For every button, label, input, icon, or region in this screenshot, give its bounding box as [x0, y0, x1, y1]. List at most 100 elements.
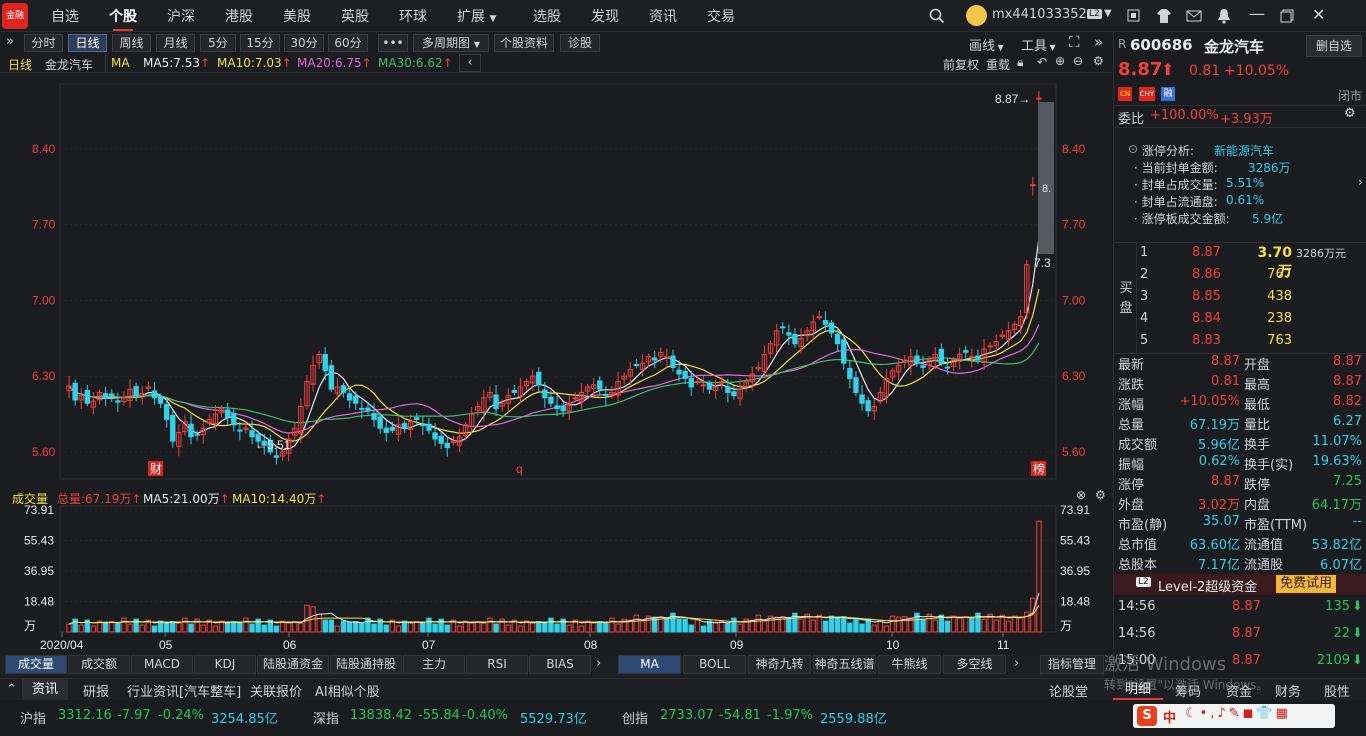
nav-item-hk[interactable]: 港股	[225, 6, 253, 26]
tab-5min[interactable]: 5分	[200, 34, 236, 52]
tab-30min[interactable]: 30分	[284, 34, 324, 52]
tab-macd[interactable]: MACD	[131, 655, 193, 674]
nav-item-news[interactable]: 资讯	[649, 6, 677, 26]
restore-rights-button[interactable]: 前复权	[943, 56, 979, 73]
stock-info-button[interactable]: 个股资料	[494, 34, 554, 52]
window-restore-icon[interactable]	[1126, 8, 1142, 24]
tab-news[interactable]: 资讯	[22, 679, 68, 700]
tab-related-quotes[interactable]: 关联报价	[250, 681, 302, 700]
bid-row[interactable]: 4 8.84 238	[1114, 311, 1366, 331]
chevron-right-icon[interactable]: ›	[1014, 656, 1019, 671]
tab-finance[interactable]: 财务	[1275, 681, 1301, 700]
tab-ai-similar[interactable]: AI相似个股	[315, 681, 380, 700]
lock-icon[interactable]: 🔒︎	[1017, 55, 1023, 70]
diagnose-button[interactable]: 诊股	[560, 34, 600, 52]
username[interactable]: mx441033352	[992, 7, 1087, 22]
more-periods-button[interactable]: •••	[378, 34, 408, 52]
zoom-out-icon[interactable]: ⊖	[1073, 54, 1083, 68]
nav-item-trade[interactable]: 交易	[707, 6, 735, 26]
chevron-down-icon[interactable]: ▼	[1104, 8, 1112, 19]
nav-item-extend[interactable]: 扩展 ▼	[457, 6, 496, 26]
tab-15min[interactable]: 15分	[240, 34, 280, 52]
bid-row[interactable]: 1 8.87 3.70万 3286万元	[1114, 245, 1366, 280]
chart-area[interactable]: 8.40 8.40 7.70 7.70 7.00 7.00 6.30 6.30 5.60 5.60…	[0, 74, 1112, 654]
level2-banner[interactable]: L2 Level-2超级资金 免费试用	[1114, 574, 1366, 595]
gear-icon[interactable]: ⚙	[1093, 54, 1104, 68]
gear-icon[interactable]: ⚙	[1344, 106, 1356, 121]
tab-boll[interactable]: BOLL	[683, 655, 746, 674]
remove-watch-button[interactable]: 删自选	[1306, 35, 1362, 57]
close-icon[interactable]: ✕	[1312, 5, 1325, 24]
tab-long-short[interactable]: 多空线	[943, 655, 1006, 674]
tab-weekly[interactable]: 周线	[112, 34, 151, 52]
tab-hsgt-hold[interactable]: 陆股通持股	[330, 655, 402, 674]
bell-icon[interactable]	[1216, 8, 1232, 24]
indicator-manage-button[interactable]: 指标管理	[1040, 655, 1104, 674]
tab-stock-nature[interactable]: 股性	[1324, 681, 1350, 700]
bid-row[interactable]: 3 8.85 438	[1114, 289, 1366, 309]
overlay-button[interactable]: 重载	[986, 56, 1010, 73]
chevron-right-icon[interactable]: ›	[1358, 175, 1363, 189]
collapse-panel-icon[interactable]: »	[1094, 33, 1103, 51]
bid-row[interactable]: 2 8.86 767	[1114, 267, 1366, 287]
tab-magic-nine[interactable]: 神奇九转	[748, 655, 811, 674]
tab-daily[interactable]: 日线	[68, 34, 107, 52]
nav-item-watchlist[interactable]: 自选	[51, 6, 79, 26]
nav-item-discover[interactable]: 发现	[591, 6, 619, 26]
undo-icon[interactable]: ↶	[1037, 55, 1047, 69]
tab-monthly[interactable]: 月线	[156, 34, 195, 52]
tab-main-force[interactable]: 主力	[403, 655, 465, 674]
expand-left-icon[interactable]: »	[6, 34, 14, 49]
draw-line-button[interactable]: 画线 ▼	[969, 35, 1004, 54]
tab-amount[interactable]: 成交额	[68, 655, 130, 674]
tab-hsgt-fund[interactable]: 陆股通资金	[257, 655, 329, 674]
nav-item-global[interactable]: 环球	[399, 6, 427, 26]
search-icon[interactable]	[929, 8, 945, 24]
maximize-icon[interactable]	[1280, 9, 1294, 23]
ime-toolbar[interactable]: S 中 ☾•,♪✎◼👕▦	[1133, 704, 1335, 728]
tools-button[interactable]: 工具 ▼	[1021, 35, 1056, 54]
nav-item-shsz[interactable]: 沪深	[167, 6, 195, 26]
shirt-icon[interactable]	[1156, 8, 1172, 24]
kline-chart[interactable]: 8.40 8.40 7.70 7.70 7.00 7.00 6.30 6.30 5.60 5.60…	[0, 74, 1112, 654]
chevron-right-icon[interactable]: ›	[596, 656, 601, 671]
event-marker[interactable]: q	[516, 462, 523, 476]
collapse-ma-icon[interactable]: ‹	[459, 54, 481, 72]
gear-icon[interactable]: ⚙	[1095, 488, 1106, 502]
tab-volume[interactable]: 成交量	[5, 655, 67, 674]
tab-kdj[interactable]: KDJ	[194, 655, 256, 674]
tab-industry-news[interactable]: 行业资讯[汽车整车]	[127, 681, 241, 700]
zoom-in-icon[interactable]: ⊕	[1055, 54, 1065, 68]
nav-item-stock[interactable]: 个股	[109, 6, 137, 31]
index-name[interactable]: 创指	[622, 708, 648, 727]
tab-60min[interactable]: 60分	[328, 34, 368, 52]
mail-icon[interactable]	[1186, 8, 1202, 24]
tab-rsi[interactable]: RSI	[466, 655, 528, 674]
bid-row[interactable]: 5 8.83 763	[1114, 333, 1366, 353]
free-trial-button[interactable]: 免费试用	[1276, 575, 1337, 593]
tab-magic-five[interactable]: 神奇五线谱	[813, 655, 876, 674]
event-marker[interactable]: 榜	[1033, 461, 1045, 476]
index-name[interactable]: 沪指	[20, 708, 46, 727]
app-logo[interactable]: 金融	[2, 3, 28, 29]
tab-bias[interactable]: BIAS	[529, 655, 591, 674]
index-name[interactable]: 深指	[313, 708, 339, 727]
nav-item-us[interactable]: 美股	[283, 6, 311, 26]
nav-item-screener[interactable]: 选股	[533, 6, 561, 26]
multi-period-button[interactable]: 多周期图 ▼	[413, 34, 489, 52]
limit-up-analysis[interactable]: ⊙ 涨停分析: 新能源汽车 · 当前封单金额: 3286万 · 封单占成交量: …	[1122, 135, 1366, 243]
tab-intraday[interactable]: 分时	[24, 34, 63, 52]
tab-ma[interactable]: MA	[618, 655, 681, 674]
ma-label[interactable]: MA	[111, 56, 130, 70]
minimize-icon[interactable]: —	[1249, 4, 1265, 23]
close-icon[interactable]: ⊗	[1076, 488, 1086, 502]
nav-item-uk[interactable]: 英股	[341, 6, 369, 26]
tab-research[interactable]: 研报	[83, 681, 109, 700]
collapse-up-icon[interactable]: ⌃	[6, 682, 17, 697]
event-marker[interactable]: 财	[150, 462, 162, 476]
fullscreen-icon[interactable]: ⛶	[1069, 33, 1080, 51]
tab-forum[interactable]: 论股堂	[1049, 681, 1088, 700]
tab-bull-bear[interactable]: 牛熊线	[878, 655, 941, 674]
limit-concept[interactable]: 新能源汽车	[1214, 142, 1274, 159]
avatar[interactable]	[966, 5, 987, 26]
